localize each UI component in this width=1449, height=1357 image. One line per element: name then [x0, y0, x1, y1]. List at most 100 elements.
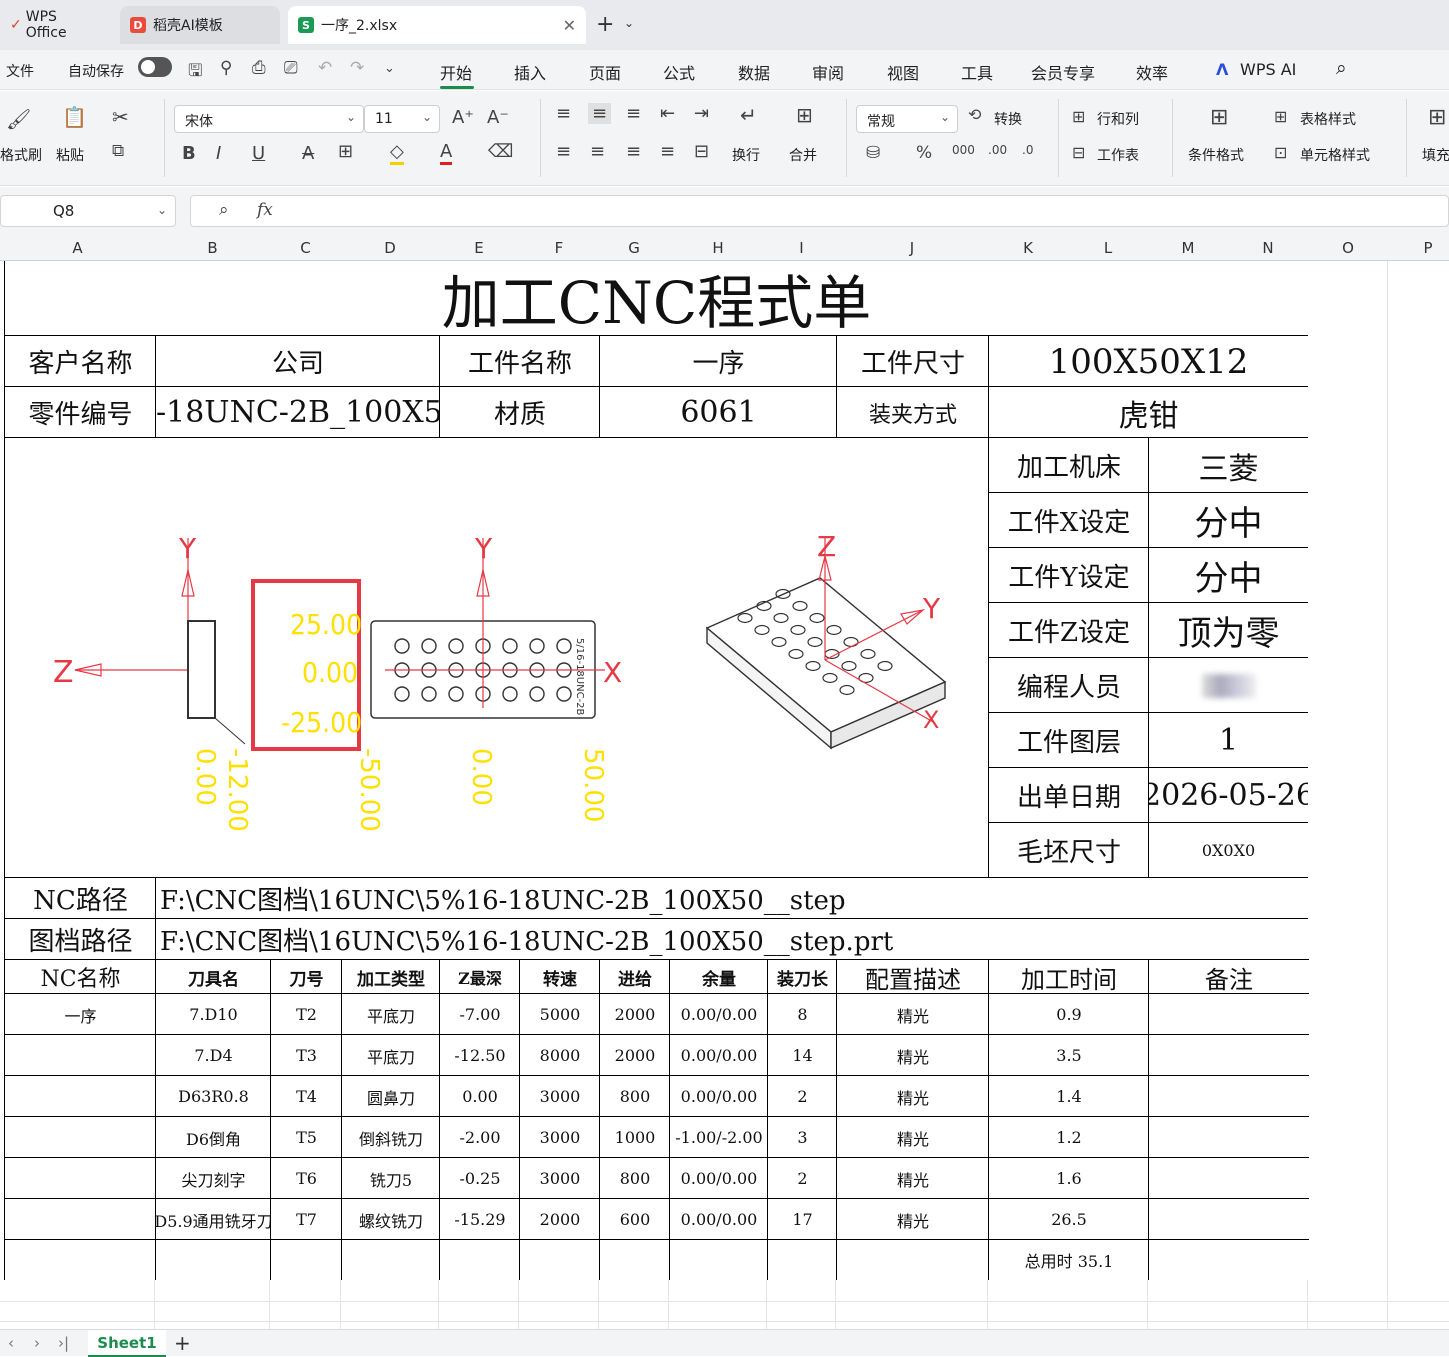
first-sheet-icon[interactable]: ‹ [8, 1334, 14, 1352]
menu-tools[interactable]: 工具 [961, 60, 993, 84]
tab-wps-office[interactable]: ✓ WPS Office [0, 6, 110, 44]
conditional-format-button[interactable]: 条件格式 [1188, 145, 1244, 165]
customer-value[interactable]: 公司 [155, 335, 440, 387]
table-cell[interactable]: 3 [767, 1116, 837, 1158]
menu-member[interactable]: 会员专享 [1031, 60, 1095, 84]
save-icon[interactable]: 🖫 [188, 58, 202, 87]
column-header[interactable]: I [767, 239, 836, 257]
font-color-icon[interactable]: A [440, 141, 453, 165]
menu-insert[interactable]: 插入 [514, 60, 546, 84]
chevron-down-icon[interactable]: ⌄ [384, 61, 395, 76]
table-cell[interactable]: 14 [767, 1034, 837, 1076]
next-sheet-icon[interactable]: › [34, 1334, 40, 1352]
table-cell[interactable]: T2 [270, 993, 342, 1035]
tab-current-file[interactable]: S 一序_2.xlsx ✕ [288, 6, 586, 44]
menu-home[interactable]: 开始 [440, 60, 472, 84]
table-cell[interactable] [5, 1198, 156, 1240]
menu-view[interactable]: 视图 [887, 60, 919, 84]
menu-formula[interactable]: 公式 [663, 60, 695, 84]
redo-icon[interactable]: ↷ [350, 58, 364, 78]
table-cell[interactable]: 2 [767, 1075, 837, 1117]
table-cell[interactable]: 2 [767, 1157, 837, 1199]
column-header[interactable]: G [599, 239, 669, 257]
info-value[interactable]: 1 [1148, 712, 1308, 768]
table-cell[interactable]: 精光 [836, 1198, 989, 1240]
column-header[interactable]: J [836, 239, 988, 257]
align-center-icon[interactable]: ≡ [590, 141, 605, 162]
table-style-button[interactable]: 表格样式 [1300, 109, 1356, 129]
table-cell[interactable]: 平底刀 [341, 993, 440, 1035]
table-cell[interactable]: 0.00/0.00 [669, 1198, 768, 1240]
convert-button[interactable]: 转换 [994, 109, 1022, 129]
clear-format-icon[interactable]: ⌫ [488, 141, 513, 162]
copy-icon[interactable]: ⧉ [112, 141, 124, 161]
menu-file[interactable]: 文件 [6, 61, 34, 81]
table-cell[interactable]: -2.00 [439, 1116, 520, 1158]
justify-icon[interactable]: ≡ [660, 141, 675, 162]
column-header[interactable]: A [0, 239, 155, 257]
clamp-value[interactable]: 虎钳 [988, 386, 1308, 438]
table-cell[interactable] [270, 1239, 342, 1280]
table-cell[interactable]: 圆鼻刀 [341, 1075, 440, 1117]
table-cell[interactable]: 5000 [519, 993, 600, 1035]
table-cell[interactable] [1148, 1239, 1309, 1280]
border-icon[interactable]: ⊞ [338, 141, 353, 162]
add-sheet-icon[interactable]: + [174, 1331, 191, 1355]
table-cell[interactable]: 8 [767, 993, 837, 1035]
thousands-icon[interactable]: 000 [952, 143, 975, 157]
rows-cols-button[interactable]: 行和列 [1097, 109, 1139, 129]
undo-icon[interactable]: ↶ [318, 58, 332, 78]
table-cell[interactable]: 1.6 [988, 1157, 1149, 1199]
table-cell[interactable]: T7 [270, 1198, 342, 1240]
table-cell[interactable] [439, 1239, 520, 1280]
table-cell[interactable]: 2000 [599, 993, 670, 1035]
menu-review[interactable]: 审阅 [812, 60, 844, 84]
table-cell[interactable] [836, 1239, 989, 1280]
table-cell[interactable]: T6 [270, 1157, 342, 1199]
info-value[interactable]: 分中 [1148, 492, 1308, 548]
strikethrough-icon[interactable]: A [302, 143, 314, 164]
table-cell[interactable]: T5 [270, 1116, 342, 1158]
column-header[interactable]: C [270, 239, 341, 257]
column-header[interactable]: E [439, 239, 519, 257]
table-cell[interactable]: 3000 [519, 1157, 600, 1199]
size-value[interactable]: 100X50X12 [988, 335, 1308, 387]
table-cell[interactable]: 26.5 [988, 1198, 1149, 1240]
font-select[interactable]: 宋体 ⌄ [174, 105, 364, 133]
decrease-font-icon[interactable]: A⁻ [487, 107, 509, 128]
fill-color-icon[interactable]: ◇ [390, 141, 404, 165]
table-cell[interactable]: 1000 [599, 1116, 670, 1158]
table-cell[interactable] [1148, 1116, 1309, 1158]
menu-efficiency[interactable]: 效率 [1136, 60, 1168, 84]
info-value[interactable] [1148, 657, 1308, 713]
table-cell[interactable]: D63R0.8 [155, 1075, 271, 1117]
table-cell[interactable]: 7.D4 [155, 1034, 271, 1076]
table-cell[interactable]: 0.00/0.00 [669, 1075, 768, 1117]
share-icon[interactable]: ⚲ [220, 58, 232, 78]
table-cell[interactable] [5, 1034, 156, 1076]
indent-decrease-icon[interactable]: ⇤ [660, 103, 675, 124]
column-header[interactable]: O [1308, 239, 1388, 257]
align-top-icon[interactable]: ≡ [556, 103, 571, 124]
print-preview-icon[interactable]: ⎚ [284, 58, 298, 78]
table-cell[interactable]: -7.00 [439, 993, 520, 1035]
table-cell[interactable]: 铣刀5 [341, 1157, 440, 1199]
align-left-icon[interactable]: ≡ [556, 141, 571, 162]
merge-button[interactable]: 合并 [789, 145, 817, 165]
column-header[interactable]: L [1068, 239, 1148, 257]
column-header[interactable]: H [669, 239, 767, 257]
table-cell[interactable]: 尖刀刻字 [155, 1157, 271, 1199]
close-tab-icon[interactable]: ✕ [563, 16, 576, 35]
table-cell[interactable]: 平底刀 [341, 1034, 440, 1076]
table-cell[interactable]: 0.00/0.00 [669, 1034, 768, 1076]
menu-page[interactable]: 页面 [589, 60, 621, 84]
table-cell[interactable]: 2000 [519, 1198, 600, 1240]
table-cell[interactable] [1148, 1198, 1309, 1240]
print-icon[interactable]: ⎙ [252, 58, 266, 78]
name-box[interactable]: Q8 ⌄ [0, 195, 176, 227]
info-value[interactable]: 0X0X0 [1148, 822, 1308, 878]
increase-decimal-icon[interactable]: .00 [988, 143, 1007, 157]
chevron-down-icon[interactable]: ⌄ [624, 16, 634, 30]
table-cell[interactable]: 3.5 [988, 1034, 1149, 1076]
table-cell[interactable]: 一序 [5, 993, 156, 1035]
